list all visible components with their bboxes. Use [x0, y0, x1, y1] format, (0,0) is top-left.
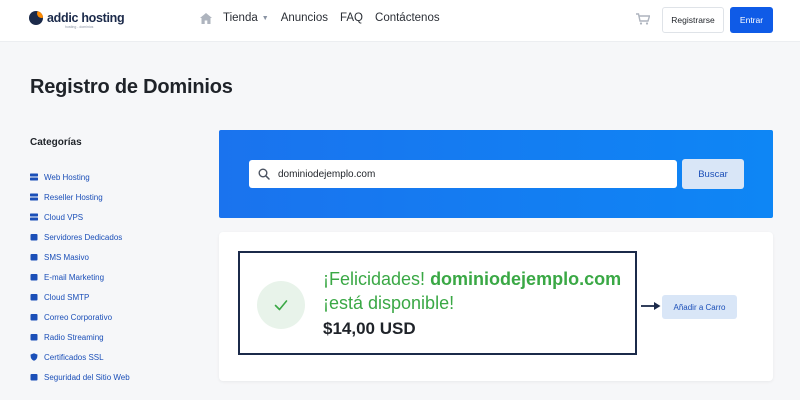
availability-message: ¡Felicidades! dominiodejemplo.com — [323, 269, 621, 290]
category-label: Cloud VPS — [44, 212, 84, 222]
category-label: Web Hosting — [44, 172, 90, 182]
nav-item-contactenos[interactable]: Contáctenos — [375, 12, 440, 24]
server-icon — [30, 213, 38, 221]
category-item-sms-masivo[interactable]: SMS Masivo — [30, 247, 130, 267]
availability-highlight: ¡Felicidades! dominiodejemplo.com ¡está … — [238, 251, 637, 355]
box-icon — [30, 334, 38, 341]
available-domain: dominiodejemplo.com — [430, 269, 622, 289]
login-button[interactable]: Entrar — [730, 7, 773, 33]
category-item-correo-corporativo[interactable]: Correo Corporativo — [30, 307, 130, 327]
search-box — [249, 160, 677, 188]
main-nav: Tienda ▼ Anuncios FAQ Contáctenos — [200, 12, 452, 24]
box-icon — [30, 294, 38, 301]
availability-status: ¡está disponible! — [323, 293, 455, 313]
nav-item-label: Tienda — [223, 12, 258, 24]
box-icon — [30, 234, 38, 241]
domain-price: $14,00 USD — [323, 319, 416, 338]
page-title: Registro de Dominios — [30, 76, 233, 98]
chevron-down-icon: ▼ — [261, 14, 269, 22]
category-item-seguridad-sitio-web[interactable]: Seguridad del Sitio Web — [30, 367, 130, 387]
category-item-reseller-hosting[interactable]: Reseller Hosting — [30, 187, 130, 207]
category-item-web-hosting[interactable]: Web Hosting — [30, 167, 130, 187]
category-label: Certificados SSL — [44, 352, 104, 362]
box-icon — [30, 374, 38, 381]
search-button[interactable]: Buscar — [682, 159, 744, 189]
server-icon — [30, 173, 38, 181]
search-icon — [258, 168, 270, 180]
categories-title: Categorías — [30, 137, 82, 148]
domain-result-card: ¡Felicidades! dominiodejemplo.com ¡está … — [219, 232, 773, 381]
server-icon — [30, 193, 38, 201]
category-item-email-marketing[interactable]: E-mail Marketing — [30, 267, 130, 287]
category-label: Reseller Hosting — [44, 192, 103, 202]
logo-mark-icon — [29, 11, 43, 25]
category-item-certificados-ssl[interactable]: Certificados SSL — [30, 347, 130, 367]
category-label: Correo Corporativo — [44, 312, 113, 322]
nav-item-tienda[interactable]: Tienda ▼ — [223, 12, 269, 24]
category-item-radio-streaming[interactable]: Radio Streaming — [30, 327, 130, 347]
arrow-right-icon — [641, 302, 661, 310]
category-item-cloud-smtp[interactable]: Cloud SMTP — [30, 287, 130, 307]
box-icon — [30, 314, 38, 321]
domain-search-panel: Buscar — [219, 130, 773, 218]
category-label: E-mail Marketing — [44, 272, 105, 282]
categories-list: Web Hosting Reseller Hosting Cloud VPS S… — [30, 167, 130, 387]
nav-item-anuncios[interactable]: Anuncios — [281, 12, 328, 24]
domain-search-input[interactable] — [278, 168, 658, 180]
category-label: Servidores Dedicados — [44, 232, 123, 242]
shield-icon — [30, 353, 38, 361]
top-header: addic hosting hosting - dominios Tienda … — [0, 0, 800, 42]
register-button[interactable]: Registrarse — [662, 7, 724, 33]
add-to-cart-button[interactable]: Añadir a Carro — [662, 295, 737, 319]
brand-name: addic hosting — [47, 10, 125, 25]
congrats-text: ¡Felicidades! — [323, 269, 426, 289]
cart-icon[interactable] — [636, 13, 650, 25]
box-icon — [30, 274, 38, 281]
nav-item-faq[interactable]: FAQ — [340, 12, 363, 24]
category-item-servidores-dedicados[interactable]: Servidores Dedicados — [30, 227, 130, 247]
box-icon — [30, 254, 38, 261]
category-label: Cloud SMTP — [44, 292, 90, 302]
brand-logo[interactable]: addic hosting hosting - dominios — [29, 10, 125, 29]
success-badge — [257, 281, 305, 329]
brand-tagline: hosting - dominios — [65, 25, 94, 29]
category-label: Seguridad del Sitio Web — [44, 372, 130, 382]
category-label: Radio Streaming — [44, 332, 104, 342]
home-icon[interactable] — [200, 12, 212, 24]
category-item-cloud-vps[interactable]: Cloud VPS — [30, 207, 130, 227]
category-label: SMS Masivo — [44, 252, 89, 262]
check-icon — [274, 300, 288, 311]
